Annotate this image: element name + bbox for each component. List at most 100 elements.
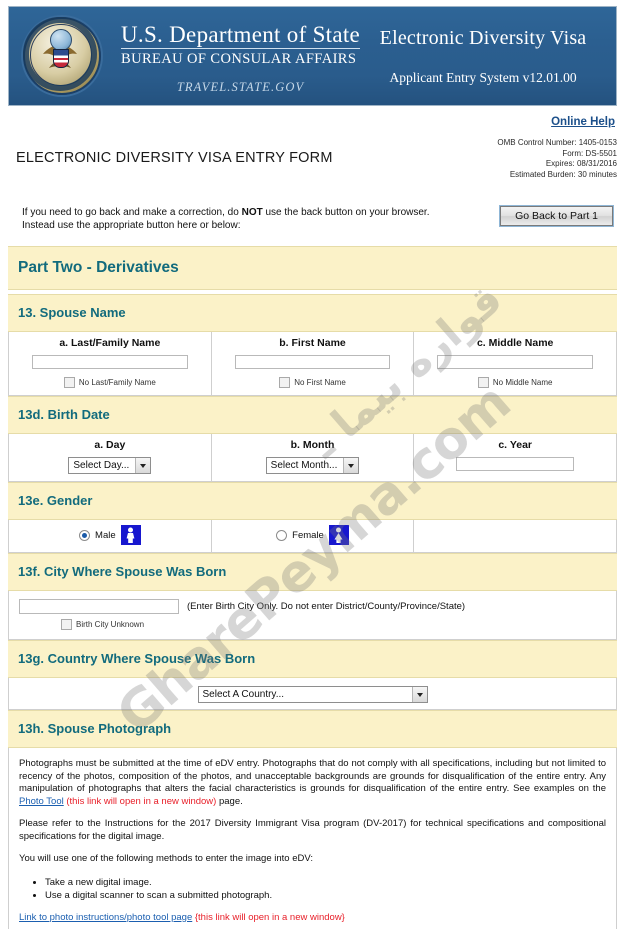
banner-right-text: Electronic Diversity Visa Applicant Entr… — [360, 27, 616, 86]
last-name-label: a. Last/Family Name — [59, 337, 161, 349]
female-radio[interactable] — [276, 529, 288, 541]
first-name-label: b. First Name — [279, 337, 346, 349]
section-birth-country-header: 13g. Country Where Spouse Was Born — [8, 640, 617, 678]
photo-p1-text-b: page. — [216, 795, 243, 807]
section-birth-country-title: 13g. Country Where Spouse Was Born — [18, 651, 256, 666]
photo-p1-red-note: (this link will open in a new window) — [63, 795, 217, 807]
photo-footer-red-note: {this link will open in a new window} — [192, 911, 345, 923]
edv-entry-form-page: U.S. Department of State BUREAU OF CONSU… — [0, 0, 625, 929]
birth-city-input[interactable] — [19, 599, 179, 614]
section-spouse-name-header: 13. Spouse Name — [8, 294, 617, 332]
section-gender-header: 13e. Gender — [8, 482, 617, 520]
app-version: Applicant Entry System v12.01.00 — [389, 69, 577, 85]
list-item: Take a new digital image. — [45, 876, 606, 889]
section-gender-title: 13e. Gender — [18, 493, 93, 508]
site-banner: U.S. Department of State BUREAU OF CONSU… — [8, 6, 617, 106]
birth-city-unknown-row[interactable]: Birth City Unknown — [61, 619, 606, 630]
chevron-down-icon[interactable] — [411, 687, 427, 702]
no-first-name-row[interactable]: No First Name — [218, 377, 408, 388]
section-birth-date-header: 13d. Birth Date — [8, 396, 617, 434]
page-title: ELECTRONIC DIVERSITY VISA ENTRY FORM — [16, 150, 333, 166]
no-middle-name-label: No Middle Name — [492, 378, 553, 387]
no-last-name-row[interactable]: No Last/Family Name — [15, 377, 205, 388]
gender-fields-row: Male Female — [8, 520, 617, 553]
birth-month-label: b. Month — [290, 439, 335, 451]
back-correction-note-row: If you need to go back and make a correc… — [8, 205, 617, 232]
omb-expires: Expires: 08/31/2016 — [545, 159, 617, 168]
omb-info-block: OMB Control Number: 1405-0153 Form: DS-5… — [497, 136, 617, 180]
omb-control-number: OMB Control Number: 1405-0153 — [497, 138, 617, 147]
last-name-cell: a. Last/Family Name No Last/Family Name — [9, 332, 212, 395]
note-line2: Instead use the appropriate button here … — [22, 220, 241, 231]
birth-month-value: Select Month... — [270, 460, 338, 471]
middle-name-input[interactable] — [437, 354, 593, 369]
birth-city-unknown-label: Birth City Unknown — [76, 620, 145, 629]
first-name-input[interactable] — [234, 354, 391, 369]
gender-empty-cell — [414, 520, 616, 552]
department-title: U.S. Department of State — [121, 21, 361, 49]
birth-month-cell: b. Month Select Month... — [212, 434, 415, 481]
photo-paragraph-1: Photographs must be submitted at the tim… — [19, 758, 606, 808]
birth-country-row: Select A Country... — [8, 678, 617, 710]
gender-male-cell[interactable]: Male — [9, 520, 212, 552]
female-label: Female — [292, 529, 324, 541]
birth-day-select[interactable]: Select Day... — [68, 457, 152, 474]
department-of-state-seal-icon — [17, 13, 103, 99]
spouse-name-fields-row: a. Last/Family Name No Last/Family Name … — [8, 332, 617, 396]
part-two-title: Part Two - Derivatives — [18, 259, 179, 276]
photo-paragraph-2: Please refer to the Instructions for the… — [19, 818, 606, 842]
form-title-row: ELECTRONIC DIVERSITY VISA ENTRY FORM OMB… — [8, 136, 617, 180]
photo-methods-list: Take a new digital image. Use a digital … — [19, 876, 606, 902]
photo-tool-link[interactable]: Photo Tool — [19, 796, 64, 807]
note-line1-part-a: If you need to go back and make a correc… — [22, 207, 242, 218]
birth-month-select[interactable]: Select Month... — [265, 457, 360, 474]
birth-day-value: Select Day... — [73, 460, 130, 471]
female-figure-icon — [328, 525, 349, 545]
banner-left-text: U.S. Department of State BUREAU OF CONSU… — [121, 18, 361, 95]
section-spouse-name-title: 13. Spouse Name — [18, 305, 126, 320]
app-title: Electronic Diversity Visa — [379, 26, 587, 49]
last-name-input[interactable] — [32, 354, 188, 369]
chevron-down-icon[interactable] — [343, 458, 359, 473]
travel-state-gov-url: TRAVEL.STATE.GOV — [176, 79, 305, 94]
photo-instructions-link[interactable]: Link to photo instructions/photo tool pa… — [19, 912, 192, 923]
list-item: Use a digital scanner to scan a submitte… — [45, 889, 606, 902]
no-first-name-label: No First Name — [294, 378, 346, 387]
omb-form-number: Form: DS-5501 — [562, 148, 617, 158]
section-birth-city-title: 13f. City Where Spouse Was Born — [18, 564, 227, 579]
birth-city-row: (Enter Birth City Only. Do not enter Dis… — [8, 591, 617, 640]
birth-day-label: a. Day — [94, 439, 126, 451]
birth-year-input[interactable] — [456, 456, 574, 471]
section-photograph-header: 13h. Spouse Photograph — [8, 710, 617, 748]
photo-paragraph-3: You will use one of the following method… — [19, 853, 313, 864]
birth-year-label: c. Year — [498, 439, 533, 451]
birth-year-cell: c. Year — [414, 434, 616, 481]
birth-city-unknown-checkbox[interactable] — [61, 619, 72, 630]
section-photograph-title: 13h. Spouse Photograph — [18, 721, 172, 736]
online-help-row: Online Help — [8, 106, 617, 130]
middle-name-cell: c. Middle Name No Middle Name — [414, 332, 616, 395]
no-last-name-checkbox[interactable] — [63, 377, 75, 388]
no-middle-name-checkbox[interactable] — [477, 377, 489, 388]
birth-country-value: Select A Country... — [202, 689, 285, 700]
omb-burden: Estimated Burden: 30 minutes — [509, 169, 617, 179]
photo-footer-line: Link to photo instructions/photo tool pa… — [19, 912, 606, 925]
no-middle-name-row[interactable]: No Middle Name — [420, 377, 610, 388]
back-correction-note: If you need to go back and make a correc… — [8, 206, 500, 232]
note-line1-part-b: use the back button on your browser. — [262, 207, 430, 218]
birth-date-fields-row: a. Day Select Day... b. Month Select Mon… — [8, 434, 617, 482]
gender-female-cell[interactable]: Female — [212, 520, 415, 552]
birth-city-hint: (Enter Birth City Only. Do not enter Dis… — [187, 601, 466, 612]
male-radio[interactable] — [79, 529, 91, 541]
birth-country-select[interactable]: Select A Country... — [197, 686, 428, 703]
photograph-instructions: Photographs must be submitted at the tim… — [8, 748, 617, 929]
part-two-header: Part Two - Derivatives — [8, 246, 617, 290]
go-back-to-part-1-button[interactable]: Go Back to Part 1 — [499, 205, 614, 227]
chevron-down-icon[interactable] — [135, 458, 151, 473]
online-help-link[interactable]: Online Help — [551, 116, 615, 128]
middle-name-label: c. Middle Name — [476, 337, 554, 349]
note-not-emphasis: NOT — [241, 207, 263, 218]
section-birth-date-title: 13d. Birth Date — [18, 407, 110, 422]
no-first-name-checkbox[interactable] — [279, 377, 291, 388]
male-label: Male — [95, 529, 116, 541]
